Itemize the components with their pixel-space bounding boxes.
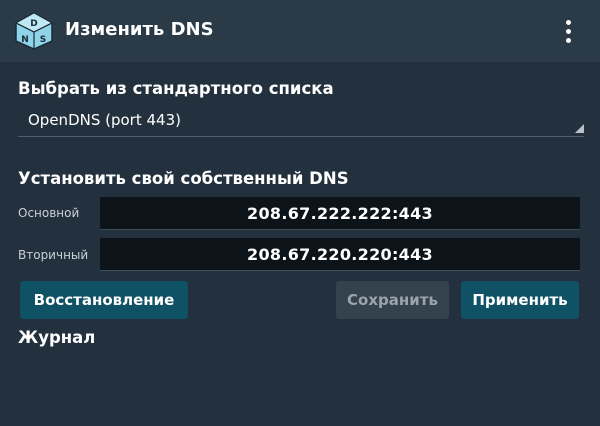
secondary-dns-field[interactable]: 208.67.220.220:443 [100,238,580,271]
more-vert-icon[interactable] [557,16,579,46]
secondary-dns-value: 208.67.220.220:443 [247,244,433,264]
dns-logo-icon: D N S [14,12,54,50]
apply-button[interactable]: Применить [461,281,579,319]
app-title: Изменить DNS [65,19,214,40]
svg-text:N: N [21,35,29,45]
preset-dns-selected-value: OpenDNS (port 443) [28,111,181,129]
svg-text:D: D [30,19,37,29]
primary-dns-value: 208.67.222.222:443 [247,203,433,223]
custom-section-label: Установить свой собственный DNS [18,169,349,188]
secondary-dns-label: Вторичный [18,248,89,262]
primary-dns-field[interactable]: 208.67.222.222:443 [100,197,580,230]
svg-text:S: S [40,35,46,45]
app-bar: D N S Изменить DNS [0,0,600,62]
log-label: Журнал [18,328,96,347]
primary-dns-label: Основной [18,206,80,220]
preset-dns-select[interactable]: OpenDNS (port 443) [18,106,584,137]
restore-button[interactable]: Восстановление [20,281,188,319]
save-button[interactable]: Сохранить [336,281,449,319]
preset-section-label: Выбрать из стандартного списка [18,79,334,98]
dropdown-triangle-icon [575,124,584,133]
